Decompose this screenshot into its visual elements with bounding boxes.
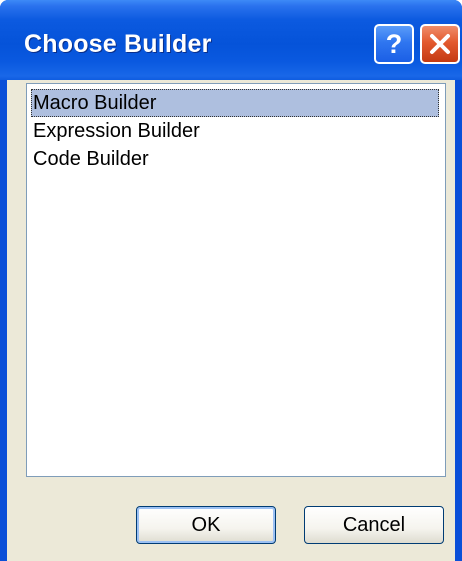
dialog-body: Macro Builder Expression Builder Code Bu… [7,80,455,561]
help-icon: ? [385,28,403,59]
choose-builder-dialog: Choose Builder ? Macro Builder Expressio… [0,0,462,561]
ok-button[interactable]: OK [136,506,276,544]
list-item-macro-builder[interactable]: Macro Builder [31,89,439,117]
help-button[interactable]: ? [374,24,414,64]
builder-listbox[interactable]: Macro Builder Expression Builder Code Bu… [26,83,446,477]
cancel-button[interactable]: Cancel [304,506,444,544]
list-item-expression-builder[interactable]: Expression Builder [31,117,439,145]
title-bar[interactable]: Choose Builder ? [0,0,462,80]
list-item-code-builder[interactable]: Code Builder [31,145,439,173]
close-button[interactable] [420,24,460,64]
dialog-title: Choose Builder [24,30,212,58]
close-icon [430,34,450,54]
